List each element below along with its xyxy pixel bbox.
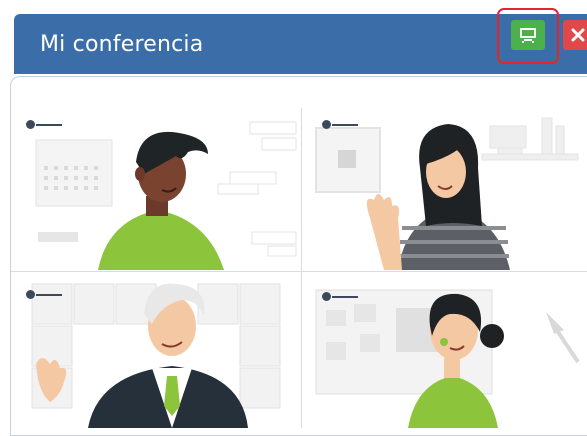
tile-indicator-icon: [322, 292, 331, 301]
close-icon: [571, 28, 585, 42]
participant-illustration: [315, 117, 579, 270]
tile-indicator-line: [332, 296, 358, 298]
tile-indicator-line: [332, 124, 358, 126]
tile-indicator-line: [36, 294, 62, 296]
expand-button[interactable]: [511, 20, 545, 50]
tile-indicator-icon: [322, 120, 331, 129]
monitor-icon: [519, 27, 537, 43]
tile-indicator-icon: [26, 120, 35, 129]
video-tile-2[interactable]: [302, 108, 587, 270]
video-tile-4[interactable]: [302, 272, 587, 428]
video-tile-1[interactable]: [12, 108, 300, 270]
tile-indicator-line: [36, 124, 62, 126]
close-button[interactable]: [563, 20, 587, 50]
grid-divider-horizontal: [11, 271, 587, 272]
grid-divider-vertical: [301, 108, 302, 428]
window-title: Mi conferencia: [40, 32, 204, 57]
participant-illustration: [35, 121, 297, 270]
video-tile-3[interactable]: [12, 272, 300, 428]
tile-indicator-icon: [26, 290, 35, 299]
